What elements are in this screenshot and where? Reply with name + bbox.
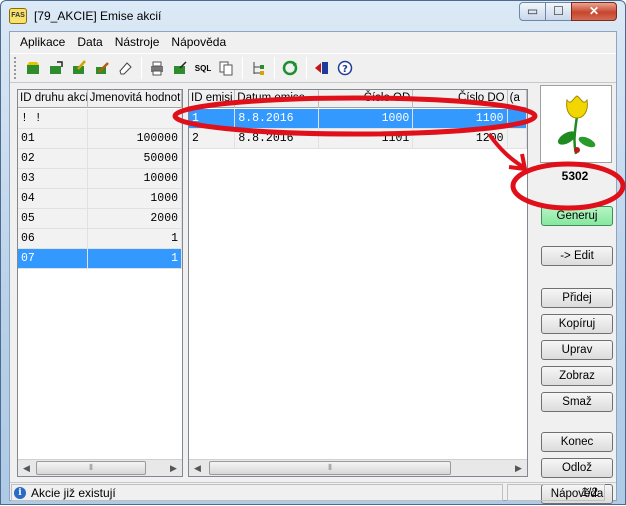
status-message-panel: i Akcie již existují — [11, 484, 503, 501]
table-row[interactable]: ! ! — [18, 109, 182, 129]
tree-icon[interactable] — [247, 57, 269, 79]
sql-label: SQL — [194, 63, 212, 73]
toolbar-separator — [141, 57, 142, 79]
table-row-selected[interactable]: 1 8.8.2016 1000 1100 — [189, 109, 527, 129]
scroll-right-icon[interactable]: ▶ — [165, 460, 182, 476]
menu-bar: Aplikace Data Nástroje Nápověda — [10, 32, 616, 52]
modify-button[interactable]: Uprav — [541, 340, 613, 360]
status-message: Akcie již existují — [31, 485, 116, 500]
toolbar: SQL ? — [10, 53, 616, 83]
toolbar-grip[interactable] — [14, 57, 18, 79]
col-header-number-from[interactable]: Číslo OD — [319, 90, 414, 108]
edit-button[interactable]: -> Edit — [541, 246, 613, 266]
export-icon[interactable] — [169, 57, 191, 79]
menu-napoveda[interactable]: Nápověda — [165, 32, 232, 52]
toolbar-separator — [242, 57, 243, 79]
copy-icon[interactable] — [215, 57, 237, 79]
window-title: [79_AKCIE] Emise akcií — [34, 9, 162, 23]
grid-header: ID emisi Datum emise Číslo OD Číslo DO (… — [189, 90, 527, 108]
horizontal-scrollbar[interactable]: ◀ ⦀ ▶ — [18, 459, 182, 476]
scroll-left-icon[interactable]: ◀ — [18, 460, 35, 476]
toolbar-separator — [306, 57, 307, 79]
app-icon: FAS — [9, 8, 27, 24]
emissions-grid[interactable]: ID emisi Datum emise Číslo OD Číslo DO (… — [188, 89, 528, 477]
tulip-icon — [557, 95, 596, 155]
col-header-emission-id[interactable]: ID emisi — [189, 90, 236, 108]
scroll-thumb[interactable]: ⦀ — [36, 461, 146, 475]
print-icon[interactable] — [146, 57, 168, 79]
col-header-emission-date[interactable]: Datum emise — [235, 90, 320, 108]
table-row[interactable]: 04 1000 — [18, 189, 182, 209]
menu-aplikace[interactable]: Aplikace — [14, 32, 71, 52]
edit-icon[interactable] — [68, 57, 90, 79]
col-header-extra[interactable]: (a — [508, 90, 527, 108]
end-button[interactable]: Konec — [541, 432, 613, 452]
table-row-selected[interactable]: 07 1 — [18, 249, 182, 269]
table-row[interactable]: 01 100000 — [18, 129, 182, 149]
tools-icon[interactable] — [91, 57, 113, 79]
col-header-number-to[interactable]: Číslo DO — [413, 90, 508, 108]
col-header-share-type-id[interactable]: ID druhu akcí — [18, 90, 88, 108]
open-icon[interactable] — [45, 57, 67, 79]
table-row[interactable]: 02 50000 — [18, 149, 182, 169]
menu-nastroje[interactable]: Nástroje — [109, 32, 166, 52]
grid-header: ID druhu akcí Jmenovitá hodnota — [18, 90, 182, 108]
copy-button[interactable]: Kopíruj — [541, 314, 613, 334]
close-button[interactable]: ✕ — [571, 2, 617, 21]
client-area: Aplikace Data Nástroje Nápověda SQL ? ID… — [9, 31, 617, 504]
table-row[interactable]: 2 8.8.2016 1101 1200 — [189, 129, 527, 149]
horizontal-scrollbar[interactable]: ◀ ⦀ ▶ — [189, 459, 527, 476]
exit-icon[interactable] — [311, 57, 333, 79]
logo — [540, 85, 612, 163]
show-button[interactable]: Zobraz — [541, 366, 613, 386]
eraser-icon[interactable] — [114, 57, 136, 79]
minimize-button[interactable]: ▭ — [519, 2, 546, 21]
refresh-icon[interactable] — [279, 57, 301, 79]
delete-button[interactable]: Smaž — [541, 392, 613, 412]
add-button[interactable]: Přidej — [541, 288, 613, 308]
toolbar-separator — [274, 57, 275, 79]
code-label: 5302 — [561, 169, 589, 183]
col-header-nominal-value[interactable]: Jmenovitá hodnota — [88, 90, 182, 108]
info-icon: i — [14, 486, 26, 499]
logout-button[interactable]: Odlož — [541, 458, 613, 478]
table-row[interactable]: 03 10000 — [18, 169, 182, 189]
new-icon[interactable] — [22, 57, 44, 79]
share-types-grid[interactable]: ID druhu akcí Jmenovitá hodnota ! ! 01 10… — [17, 89, 183, 477]
title-bar[interactable]: FAS [79_AKCIE] Emise akcií ▭ ☐ ✕ — [1, 1, 625, 31]
app-window: FAS [79_AKCIE] Emise akcií ▭ ☐ ✕ Aplikac… — [0, 0, 626, 505]
help-icon[interactable]: ? — [334, 57, 356, 79]
scroll-right-icon[interactable]: ▶ — [510, 460, 527, 476]
scroll-thumb[interactable]: ⦀ — [209, 461, 451, 475]
maximize-button[interactable]: ☐ — [545, 2, 572, 21]
table-row[interactable]: 05 2000 — [18, 209, 182, 229]
scroll-left-icon[interactable]: ◀ — [189, 460, 206, 476]
menu-data[interactable]: Data — [71, 32, 108, 52]
status-bar: i Akcie již existují 1/2 — [10, 482, 616, 501]
side-panel: 5302 Generuj -> Edit Přidej Kopíruj Upra… — [534, 85, 616, 504]
page-indicator: 1/2 — [507, 484, 605, 501]
table-row[interactable]: 06 1 — [18, 229, 182, 249]
svg-text:?: ? — [342, 64, 348, 75]
sql-icon[interactable]: SQL — [192, 57, 214, 79]
generate-button[interactable]: Generuj — [541, 206, 613, 226]
